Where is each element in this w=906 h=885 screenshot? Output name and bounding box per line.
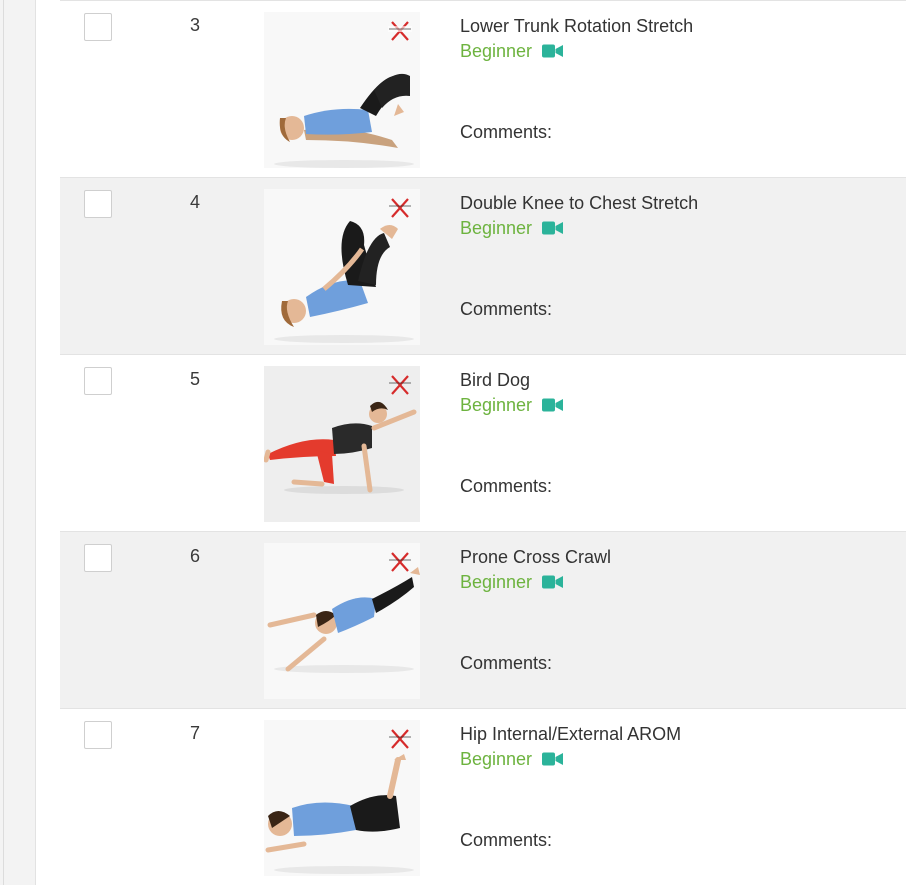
- exercise-row: 6 Prone Cross Crawl Beginner Comments:: [60, 531, 906, 708]
- exercise-name-link[interactable]: Prone Cross Crawl: [460, 545, 611, 569]
- video-camera-icon[interactable]: [542, 221, 564, 235]
- exercise-level-line: Beginner: [460, 216, 698, 240]
- comments-label: Comments:: [460, 653, 553, 673]
- comments-label: Comments:: [460, 122, 553, 142]
- exercise-info: Bird Dog Beginner: [460, 368, 564, 417]
- exercise-row: 3 Lower Trunk Rotation Stretch Beginner …: [60, 0, 906, 177]
- exercise-name-link[interactable]: Lower Trunk Rotation Stretch: [460, 14, 693, 38]
- exercise-level-line: Beginner: [460, 39, 693, 63]
- prone-cross-crawl-photo: [264, 543, 420, 699]
- exercise-name-link[interactable]: Double Knee to Chest Stretch: [460, 191, 698, 215]
- exercise-thumbnail[interactable]: [264, 12, 420, 168]
- exercise-select-checkbox[interactable]: [84, 367, 112, 395]
- exercise-level: Beginner: [460, 41, 533, 61]
- exercise-select-checkbox[interactable]: [84, 190, 112, 218]
- exercise-row: 4 Double Knee to Chest Stretch Beginner …: [60, 177, 906, 354]
- exercise-number: 4: [190, 192, 201, 212]
- double-knee-to-chest-photo: [264, 189, 420, 345]
- exercise-thumbnail[interactable]: [264, 366, 420, 522]
- exercise-row: 5 Bird Dog Beginner Comments:: [60, 354, 906, 531]
- video-camera-icon[interactable]: [542, 44, 564, 58]
- exercise-level: Beginner: [460, 218, 533, 238]
- exercise-number: 5: [190, 369, 201, 389]
- exercise-level-line: Beginner: [460, 747, 681, 771]
- exercise-level: Beginner: [460, 572, 533, 592]
- exercise-level-line: Beginner: [460, 570, 611, 594]
- exercise-number: 3: [190, 15, 201, 35]
- exercise-level-line: Beginner: [460, 393, 564, 417]
- exercise-thumbnail[interactable]: [264, 720, 420, 876]
- video-camera-icon[interactable]: [542, 575, 564, 589]
- video-camera-icon[interactable]: [542, 752, 564, 766]
- video-camera-icon[interactable]: [542, 398, 564, 412]
- exercise-level: Beginner: [460, 749, 533, 769]
- exercise-row: 7 Hip Internal/External AROM Beginner Co…: [60, 708, 906, 885]
- exercise-select-checkbox[interactable]: [84, 544, 112, 572]
- exercise-list: 3 Lower Trunk Rotation Stretch Beginner …: [60, 0, 906, 885]
- exercise-thumbnail[interactable]: [264, 189, 420, 345]
- exercise-info: Lower Trunk Rotation Stretch Beginner: [460, 14, 693, 63]
- lower-trunk-rotation-photo: [264, 12, 420, 168]
- exercise-select-checkbox[interactable]: [84, 721, 112, 749]
- left-sidebar-strip: [0, 0, 36, 885]
- comments-label: Comments:: [460, 830, 553, 850]
- exercise-name-link[interactable]: Bird Dog: [460, 368, 563, 392]
- exercise-info: Hip Internal/External AROM Beginner: [460, 722, 681, 771]
- bird-dog-photo: [264, 366, 420, 522]
- exercise-number: 6: [190, 546, 201, 566]
- comments-label: Comments:: [460, 299, 553, 319]
- exercise-info: Double Knee to Chest Stretch Beginner: [460, 191, 698, 240]
- exercise-thumbnail[interactable]: [264, 543, 420, 699]
- hip-internal-external-arom-photo: [264, 720, 420, 876]
- exercise-select-checkbox[interactable]: [84, 13, 112, 41]
- exercise-number: 7: [190, 723, 201, 743]
- exercise-info: Prone Cross Crawl Beginner: [460, 545, 611, 594]
- exercise-level: Beginner: [460, 395, 533, 415]
- exercise-name-link[interactable]: Hip Internal/External AROM: [460, 722, 681, 746]
- exercise-program-page: 3 Lower Trunk Rotation Stretch Beginner …: [0, 0, 906, 885]
- comments-label: Comments:: [460, 476, 553, 496]
